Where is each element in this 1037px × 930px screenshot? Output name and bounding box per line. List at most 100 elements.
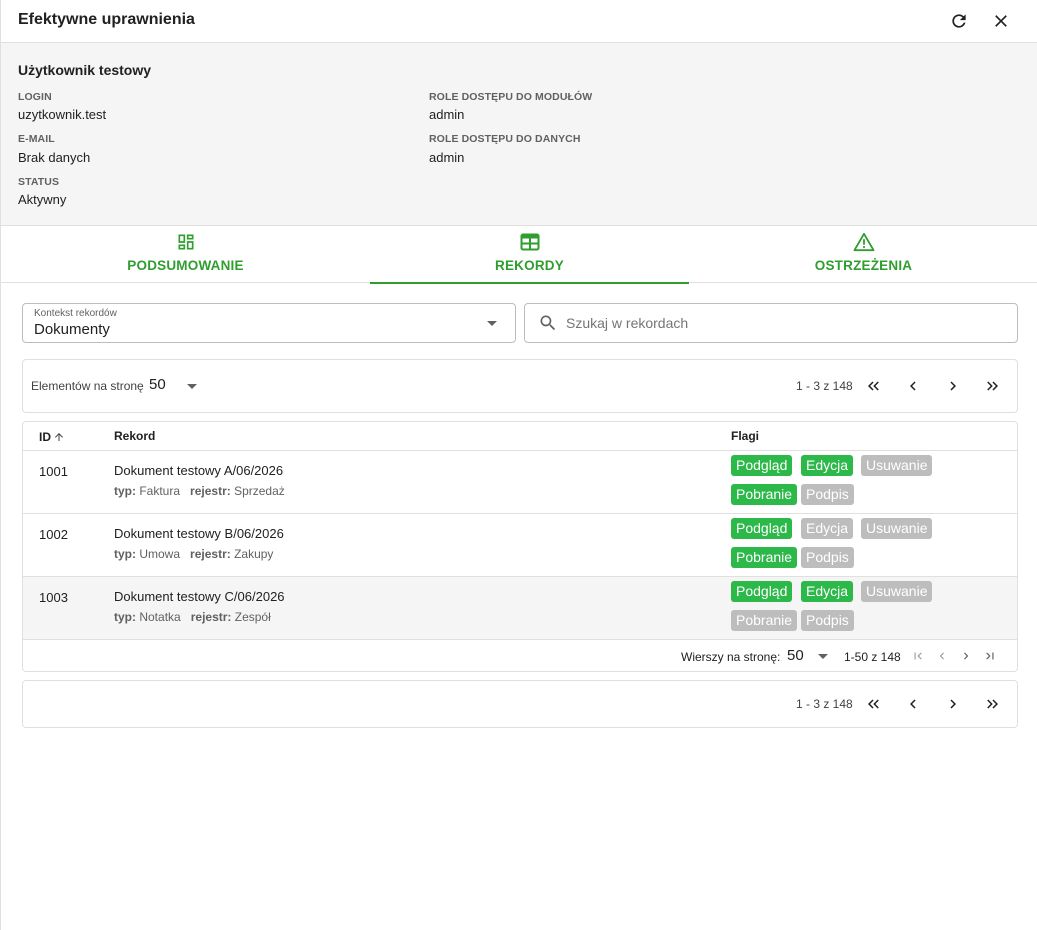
close-icon	[995, 15, 1007, 27]
items-per-page-label: Elementów na stronę	[31, 379, 144, 393]
table-first-page-button[interactable]	[910, 648, 926, 664]
context-select-value: Dokumenty	[34, 321, 110, 338]
refresh-icon	[952, 14, 966, 28]
chevron-left-icon	[910, 699, 916, 709]
tab-summary[interactable]: PODSUMOWANIE	[1, 226, 370, 283]
email-label: E-MAIL	[18, 133, 55, 145]
table-previous-page-button[interactable]	[934, 648, 950, 664]
first-page-icon	[868, 699, 879, 709]
items-per-page-select[interactable]: 50	[149, 376, 199, 398]
permissions-dialog: Efektywne uprawnienia Użytkownik testowy…	[0, 0, 1037, 930]
rows-per-page-label: Wierszy na stronę:	[681, 650, 781, 664]
next-page-button[interactable]	[941, 374, 965, 398]
chevron-left-icon	[910, 381, 916, 391]
table-row[interactable]: 1002 Dokument testowy B/06/2026 typ: Umowa…	[23, 514, 1017, 577]
permission-flag: Edycja	[801, 455, 854, 476]
user-info-panel: Użytkownik testowy LOGIN uzytkownik.test…	[1, 43, 1037, 226]
page-range: 1 - 3 z 148	[796, 379, 853, 393]
column-header-flags: Flagi	[731, 429, 760, 443]
permission-flag: Podpis	[801, 484, 854, 505]
records-search-field[interactable]	[524, 303, 1018, 343]
record-type-value: Umowa	[139, 547, 181, 561]
data-roles-label: ROLE DOSTĘPU DO DANYCH	[429, 133, 581, 145]
permission-flag: Usuwanie	[861, 455, 933, 476]
email-value: Brak danych	[18, 150, 91, 165]
rows-per-page-value: 50	[787, 647, 804, 664]
column-id-label: ID	[39, 429, 51, 444]
previous-page-button[interactable]	[901, 692, 925, 716]
context-select-label: Kontekst rekordów	[34, 308, 117, 319]
permission-flag: Edycja	[801, 518, 854, 539]
permission-flag: Usuwanie	[861, 581, 933, 602]
refresh-button[interactable]	[946, 8, 972, 34]
last-page-icon	[986, 652, 994, 660]
module-roles-label: ROLE DOSTĘPU DO MODUŁÓW	[429, 91, 593, 103]
record-meta: typ: Umowa rejestr: Zakupy	[114, 547, 273, 561]
record-register-value: Zespół	[234, 610, 271, 624]
record-id: 1003	[39, 590, 68, 605]
record-id: 1001	[39, 464, 68, 479]
first-page-icon	[914, 652, 922, 660]
table-header: ID Rekord Flagi	[23, 422, 1017, 451]
chevron-right-icon	[950, 699, 956, 709]
first-page-button[interactable]	[862, 374, 886, 398]
table-next-page-button[interactable]	[958, 648, 974, 664]
close-button[interactable]	[988, 8, 1014, 34]
records-context-select[interactable]: Kontekst rekordów Dokumenty	[22, 303, 516, 343]
previous-page-button[interactable]	[901, 374, 925, 398]
chevron-right-icon	[964, 652, 969, 660]
first-page-button[interactable]	[862, 692, 886, 716]
record-type-value: Faktura	[139, 484, 181, 498]
last-page-icon	[987, 699, 998, 709]
last-page-button[interactable]	[980, 692, 1004, 716]
items-per-page-value: 50	[149, 376, 166, 393]
record-title: Dokument testowy C/06/2026	[114, 589, 285, 604]
record-type-label: typ:	[114, 484, 136, 498]
tab-summary-label: PODSUMOWANIE	[127, 258, 244, 273]
first-page-icon	[868, 381, 879, 391]
status-label: STATUS	[18, 176, 60, 188]
last-page-button[interactable]	[980, 374, 1004, 398]
login-value: uzytkownik.test	[18, 107, 107, 122]
chevron-left-icon	[939, 652, 944, 660]
record-meta: typ: Faktura rejestr: Sprzedaż	[114, 484, 285, 498]
tab-records[interactable]: REKORDY	[370, 226, 689, 284]
record-title: Dokument testowy A/06/2026	[114, 463, 284, 478]
arrow-up-icon	[55, 432, 63, 441]
search-icon	[540, 315, 556, 331]
next-page-button[interactable]	[941, 692, 965, 716]
last-page-icon	[987, 381, 998, 391]
dialog-header: Efektywne uprawnienia	[1, 0, 1037, 43]
table-row[interactable]: 1003 Dokument testowy C/06/2026 typ: Notat…	[23, 577, 1017, 640]
permission-flag: Podgląd	[731, 455, 793, 476]
bottom-paginator: 1 - 3 z 148	[22, 680, 1018, 728]
module-roles-value: admin	[429, 107, 465, 122]
table-icon	[520, 233, 540, 251]
column-header-id[interactable]: ID	[39, 422, 65, 451]
record-id: 1002	[39, 527, 68, 542]
permission-flag: Podgląd	[731, 518, 793, 539]
permission-flag: Edycja	[801, 581, 854, 602]
table-row[interactable]: 1001 Dokument testowy A/06/2026 typ: Faktu…	[23, 451, 1017, 514]
tab-bar: PODSUMOWANIE REKORDY OSTRZEŻENIA	[1, 226, 1037, 284]
table-last-page-button[interactable]	[982, 648, 998, 664]
search-input[interactable]	[566, 313, 996, 333]
dropdown-arrow-icon	[187, 384, 197, 389]
permission-flag: Podpis	[801, 610, 854, 631]
tab-warnings-label: OSTRZEŻENIA	[814, 258, 913, 273]
record-register-label: rejestr:	[190, 610, 232, 624]
page-range: 1 - 3 z 148	[796, 697, 853, 711]
user-name: Użytkownik testowy	[18, 62, 152, 78]
dialog-title: Efektywne uprawnienia	[18, 11, 195, 28]
records-table: ID Rekord Flagi 1001 Dokument testowy A/0…	[22, 421, 1018, 672]
column-header-record[interactable]: Rekord	[114, 429, 155, 443]
tab-records-label: REKORDY	[495, 258, 564, 273]
chevron-right-icon	[950, 381, 956, 391]
status-value: Aktywny	[18, 192, 67, 207]
top-paginator: Elementów na stronę 50 1 - 3 z 148	[22, 359, 1018, 413]
record-meta: typ: Notatka rejestr: Zespół	[114, 610, 271, 624]
record-title: Dokument testowy B/06/2026	[114, 526, 284, 541]
rows-per-page-select[interactable]: 50	[787, 646, 833, 666]
tab-warnings[interactable]: OSTRZEŻENIA	[689, 226, 1037, 283]
record-type-value: Notatka	[139, 610, 181, 624]
